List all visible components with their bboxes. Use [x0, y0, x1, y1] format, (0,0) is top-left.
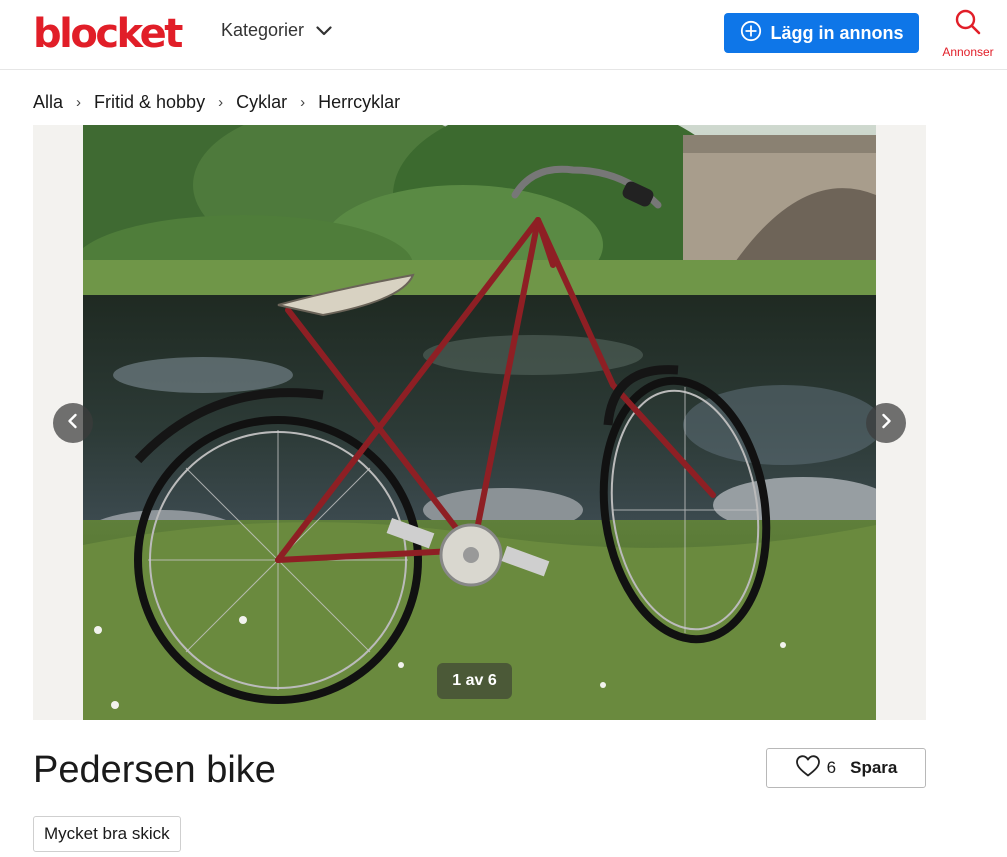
condition-tag: Mycket bra skick — [33, 816, 181, 852]
save-count: 6 — [826, 758, 837, 777]
breadcrumb-item-cyklar[interactable]: Cyklar — [236, 92, 287, 113]
gallery-prev-button[interactable] — [53, 403, 93, 443]
breadcrumb-item-alla[interactable]: Alla — [33, 92, 63, 113]
gallery-next-button[interactable] — [866, 403, 906, 443]
site-header: blocket Kategorier Lägg in annons Annons… — [0, 0, 1007, 70]
search-icon — [954, 8, 982, 41]
blocket-logo[interactable]: blocket — [33, 12, 183, 56]
gallery-counter: 1 av 6 — [437, 663, 512, 699]
breadcrumb-separator: › — [300, 94, 306, 111]
listing-title: Pedersen bike — [33, 749, 276, 791]
categories-label: Kategorier — [221, 20, 305, 40]
image-gallery: 1 av 6 — [33, 125, 926, 720]
chevron-left-icon — [66, 413, 80, 434]
breadcrumb: Alla › Fritid & hobby › Cyklar › Herrcyk… — [33, 92, 400, 113]
breadcrumb-item-fritid-hobby[interactable]: Fritid & hobby — [94, 92, 205, 113]
save-button[interactable]: 6 Spara — [766, 748, 926, 788]
breadcrumb-separator: › — [218, 94, 224, 111]
breadcrumb-separator: › — [76, 94, 82, 111]
plus-circle-icon — [740, 20, 762, 47]
search-label: Annonser — [942, 45, 994, 59]
categories-dropdown[interactable]: Kategorier — [221, 20, 332, 41]
heart-icon — [795, 754, 821, 783]
breadcrumb-item-herrcyklar[interactable]: Herrcyklar — [318, 92, 400, 113]
save-label: Spara — [850, 758, 898, 777]
chevron-right-icon — [879, 413, 893, 434]
chevron-down-icon — [316, 25, 332, 36]
search-ads-button[interactable]: Annonser — [936, 8, 1000, 59]
post-ad-label: Lägg in annons — [770, 22, 904, 43]
listing-photo[interactable] — [83, 125, 876, 720]
post-ad-button[interactable]: Lägg in annons — [724, 13, 919, 53]
